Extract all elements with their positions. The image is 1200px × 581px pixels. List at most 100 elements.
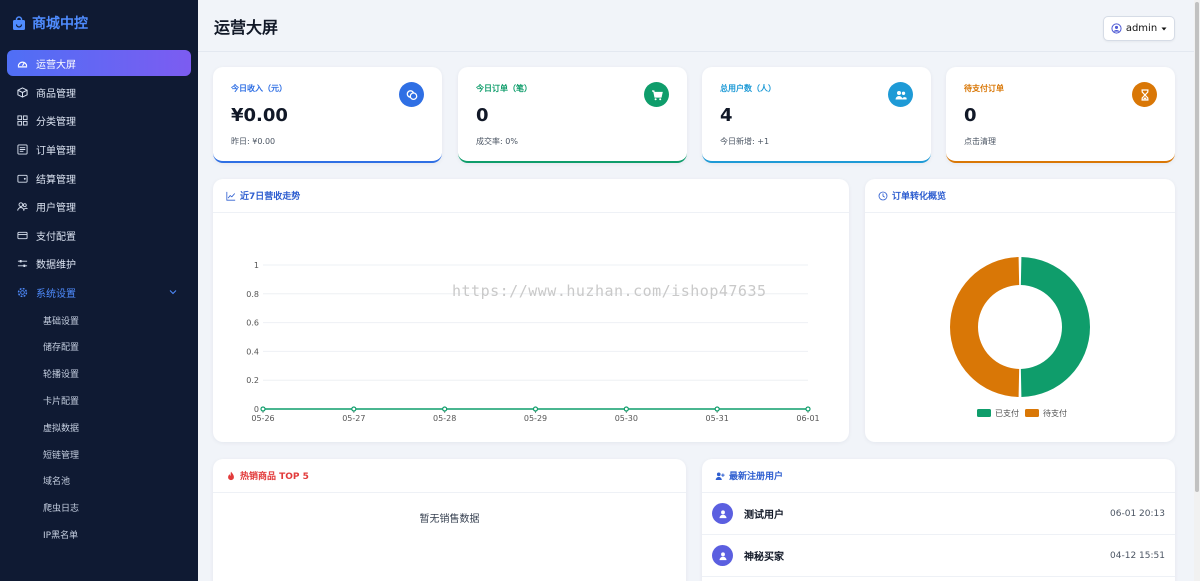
brand[interactable]: 商城中控 [0,0,198,46]
stat-label: 今日订单（笔） [476,84,532,93]
sidebar-item-payment[interactable]: 支付配置 [7,221,191,250]
sidebar-subitem-basic[interactable]: 基础设置 [7,307,191,334]
sidebar-subitem-carousel[interactable]: 轮播设置 [7,360,191,387]
x-tick-label: 06-01 [796,414,819,423]
list-item[interactable]: 测试用户 06-01 20:13 [702,493,1175,535]
x-tick-label: 05-29 [524,414,547,423]
sidebar-subitem-storage[interactable]: 储存配置 [7,334,191,361]
stat-card-users: 总用户数（人） 4 今日新增: +1 [702,67,931,163]
sidebar-subitem-domain[interactable]: 域名池 [7,468,191,495]
sidebar-item-users[interactable]: 用户管理 [7,192,191,221]
sliders-icon [17,260,28,268]
stat-sub: 成交率: 0% [476,137,518,146]
sidebar-item-products[interactable]: 商品管理 [7,78,191,107]
sidebar-item-settlement[interactable]: 结算管理 [7,164,191,193]
avatar [712,545,733,566]
hot-products-panel: 热销商品 TOP 5 暂无销售数据 [213,459,686,581]
donut-slice[interactable] [1020,257,1091,397]
sidebar-item-data[interactable]: 数据维护 [7,250,191,279]
data-point[interactable] [805,406,811,412]
legend-label[interactable]: 待支付 [1043,408,1067,418]
stat-value: ¥0.00 [231,105,288,126]
y-tick-label: 0 [254,405,259,414]
stat-icon-circle [644,82,669,107]
x-tick-label: 05-28 [433,414,456,423]
user-plus-icon [715,472,725,480]
stat-value: 4 [720,105,733,126]
panel-title: 近7日营收走势 [240,192,301,202]
data-point[interactable] [442,406,448,412]
y-tick-label: 0.6 [246,319,259,328]
sidebar-subitem-card[interactable]: 卡片配置 [7,387,191,414]
sidebar-nav: 运营大屏 商品管理 分类管理 订单管理 结算管理 用户管理 支付配置 数据维护 [0,46,198,548]
avatar [712,503,733,524]
sidebar-subitem-shortlink[interactable]: 短链管理 [7,441,191,468]
page-scrollbar[interactable] [1194,0,1200,581]
y-tick-label: 1 [254,261,259,270]
sidebar-item-label: 系统设置 [36,288,76,300]
stat-card-pending[interactable]: 待支付订单 0 点击清理 [946,67,1175,163]
stat-card-revenue: 今日收入（元） ¥0.00 昨日: ¥0.00 [213,67,442,163]
legend-swatch[interactable] [1025,409,1039,417]
sidebar: 商城中控 运营大屏 商品管理 分类管理 订单管理 结算管理 用户管理 支付配置 … [0,0,198,581]
panel-header: 订单转化概览 [865,179,1175,213]
stat-value: 0 [964,105,977,126]
sidebar-subitem-crawler[interactable]: 爬虫日志 [7,494,191,521]
fire-icon [228,471,234,480]
stat-sub: 昨日: ¥0.00 [231,137,276,146]
card-icon [17,231,28,239]
sidebar-item-system[interactable]: 系统设置 [7,278,191,307]
caret-down-icon [1161,27,1167,30]
user-name: admin [1125,23,1158,34]
coins-icon [406,89,417,100]
user-icon [719,551,726,560]
sidebar-item-dashboard[interactable]: 运营大屏 [7,50,191,76]
users-icon [895,90,907,99]
legend-swatch[interactable] [977,409,991,417]
brand-name: 商城中控 [32,16,88,32]
legend-label[interactable]: 已支付 [995,408,1019,418]
clock-icon [878,191,888,200]
line-chart-icon [226,191,236,201]
cart-icon [651,89,663,100]
data-point[interactable] [260,406,266,412]
data-point[interactable] [532,406,539,412]
stat-label: 待支付订单 [964,84,1004,93]
shopping-bag-icon [13,15,25,30]
sidebar-subitem-ip-blacklist[interactable]: IP黑名单 [7,521,191,548]
list-item[interactable]: 神秘买家 04-12 15:51 [702,535,1175,577]
y-tick-label: 0.2 [246,376,259,385]
data-point[interactable] [351,406,357,412]
sidebar-subitem-virtual[interactable]: 虚拟数据 [7,414,191,441]
user-name: 测试用户 [744,510,784,521]
hourglass-icon [1141,88,1148,101]
sidebar-item-label: 运营大屏 [36,59,76,71]
stat-card-orders: 今日订单（笔） 0 成交率: 0% [458,67,687,163]
wallet-icon [17,174,28,183]
list-icon [17,144,28,155]
stat-icon-circle [1132,82,1157,107]
clear-pending-link[interactable]: 点击清理 [964,136,1157,147]
sidebar-item-label: 结算管理 [36,174,76,186]
x-tick-label: 05-26 [251,414,274,423]
sidebar-item-label: 商品管理 [36,88,76,100]
stat-value: 0 [476,105,489,126]
data-point[interactable] [623,406,629,412]
stat-label: 总用户数（人） [720,84,776,93]
topbar: 运营大屏 [198,0,1200,52]
user-menu-button[interactable]: admin [1103,16,1175,41]
user-circle-icon [1111,23,1122,34]
x-tick-label: 05-27 [342,414,365,423]
data-point[interactable] [714,406,720,412]
stat-label: 今日收入（元） [231,84,287,93]
user-registered-time: 04-12 15:51 [1110,550,1165,561]
empty-state-text: 暂无销售数据 [419,514,480,525]
order-conversion-donut: 已支付 待支付 [949,257,1091,418]
scrollbar-thumb[interactable] [1195,2,1199,492]
sidebar-item-categories[interactable]: 分类管理 [7,107,191,136]
revenue-trend-panel: 近7日营收走势 1 0.8 0.6 0.4 0.2 0 05-26 05-27 05-28 05-… [213,179,849,442]
sidebar-item-orders[interactable]: 订单管理 [7,135,191,164]
donut-slice[interactable] [949,257,1020,397]
stat-icon-circle [399,82,424,107]
sidebar-item-label: 用户管理 [36,203,76,215]
